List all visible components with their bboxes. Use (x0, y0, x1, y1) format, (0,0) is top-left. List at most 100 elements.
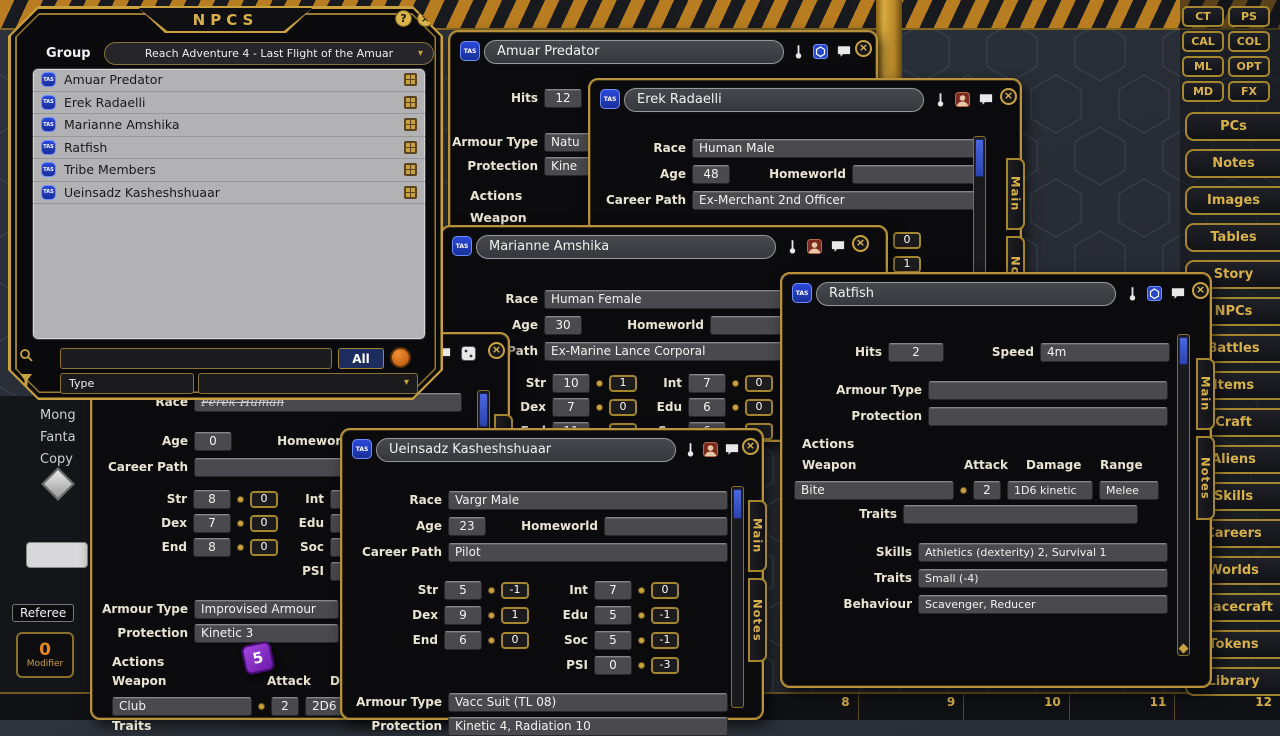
npc-name-field[interactable]: Ueinsadz Kasheshshuaar (376, 438, 676, 462)
psi-value[interactable]: 0 (594, 656, 632, 675)
behaviour-field[interactable]: Scavenger, Reducer (918, 595, 1168, 614)
int-mod[interactable]: 0 (651, 582, 679, 599)
protection-field[interactable]: Kinetic 4, Radiation 10 (448, 717, 728, 736)
int-mod[interactable]: 0 (893, 232, 921, 249)
token-link-icon[interactable] (404, 96, 417, 109)
armour-type-field[interactable]: Improvised Armour (194, 600, 339, 619)
npc-list-item[interactable]: TASRatfish (33, 137, 425, 160)
hotbar-slot[interactable]: 12 (1174, 694, 1280, 720)
hits-field[interactable]: 12 (544, 89, 582, 108)
edu-value[interactable]: 6 (688, 398, 726, 417)
tab-notes[interactable]: Notes (1196, 436, 1215, 520)
npc-list-item[interactable]: TASMarianne Amshika (33, 114, 425, 137)
options-button[interactable]: OPT (1228, 56, 1270, 77)
color-button[interactable]: COL (1228, 31, 1270, 52)
str-mod[interactable]: 1 (609, 375, 637, 392)
npc-list-item[interactable]: TASUeinsadz Kasheshshuaar (33, 182, 425, 205)
token-link-icon[interactable] (404, 186, 417, 199)
dex-mod[interactable]: 0 (250, 515, 278, 532)
close-icon[interactable]: × (1192, 282, 1209, 299)
tab-main[interactable]: Main (1006, 158, 1025, 230)
token-link-icon[interactable] (404, 163, 417, 176)
hotbar-slot[interactable]: 8 (752, 694, 858, 720)
dex-mod[interactable]: 0 (609, 399, 637, 416)
soc-mod[interactable]: -1 (651, 632, 679, 649)
portrait-icon[interactable] (806, 238, 822, 254)
close-icon[interactable]: × (488, 342, 505, 359)
roll-dot-icon[interactable] (488, 637, 495, 644)
close-icon[interactable]: × (1000, 88, 1017, 105)
roll-dot-icon[interactable] (237, 520, 244, 527)
npcs-panel[interactable]: NPCS ? × Group Reach Adventure 4 - Last … (8, 6, 443, 400)
npc-name-field[interactable]: Erek Radaelli (624, 88, 924, 112)
roll-dot-icon[interactable] (638, 587, 645, 594)
protection-field[interactable] (928, 407, 1168, 426)
help-icon[interactable]: ? (395, 10, 412, 27)
sidebar-tab-pcs[interactable]: PCs (1185, 112, 1280, 141)
edu-mod[interactable]: 0 (745, 399, 773, 416)
action-traits-field[interactable] (903, 505, 1138, 524)
token-icon[interactable] (812, 43, 828, 59)
end-mod[interactable]: 0 (250, 539, 278, 556)
npc-list-item[interactable]: TASErek Radaelli (33, 92, 425, 115)
roll-dot-icon[interactable] (488, 612, 495, 619)
homeworld-field[interactable] (852, 165, 978, 184)
npc-name-field[interactable]: Ratfish (816, 282, 1116, 306)
hits-field[interactable]: 2 (888, 343, 944, 362)
npc-name-field[interactable]: Marianne Amshika (476, 235, 776, 259)
scrollbar-thumb[interactable] (975, 139, 984, 177)
thermometer-icon[interactable] (932, 91, 948, 107)
end-value[interactable]: 6 (444, 631, 482, 650)
roll-dot-icon[interactable] (638, 662, 645, 669)
roll-dot-icon[interactable] (488, 587, 495, 594)
career-path-field[interactable]: Ex-Merchant 2nd Officer (692, 191, 980, 210)
age-field[interactable]: 30 (544, 316, 582, 335)
sidebar-tab-tables[interactable]: Tables (1185, 223, 1280, 252)
npc-sheet-ratfish[interactable]: TAS Ratfish × Hits2 Speed4m Armour Type … (780, 272, 1212, 688)
hotbar-slot[interactable]: 9 (858, 694, 964, 720)
weapon-attack-field[interactable]: 2 (973, 481, 1001, 500)
edu-value[interactable]: 5 (594, 606, 632, 625)
npc-name-field[interactable]: Amuar Predator (484, 40, 784, 64)
all-filter-button[interactable]: All (338, 348, 384, 369)
sidebar-tab-notes[interactable]: Notes (1185, 149, 1280, 178)
npc-list-item[interactable]: TASTribe Members (33, 159, 425, 182)
roll-dot-icon[interactable] (638, 612, 645, 619)
traits-field[interactable]: Small (-4) (918, 569, 1168, 588)
armour-type-field[interactable] (928, 381, 1168, 400)
group-dropdown[interactable]: Reach Adventure 4 - Last Flight of the A… (104, 42, 434, 65)
weapon-attack-field[interactable]: 2 (271, 697, 299, 716)
homeworld-field[interactable] (604, 517, 728, 536)
armour-type-field[interactable]: Vacc Suit (TL 08) (448, 693, 728, 712)
dex-value[interactable]: 7 (552, 398, 590, 417)
npc-sheet-ueinsadz[interactable]: TAS Ueinsadz Kasheshshuaar × RaceVargr M… (340, 428, 764, 720)
scrollbar[interactable] (973, 136, 986, 281)
modifier-box[interactable]: 0 Modifier (16, 632, 74, 678)
chat-icon[interactable] (1170, 285, 1186, 301)
soc-value[interactable]: 5 (594, 631, 632, 650)
scrollbar-thumb[interactable] (479, 393, 488, 427)
close-icon[interactable]: × (855, 40, 872, 57)
int-mod[interactable]: 0 (745, 375, 773, 392)
hotbar-slot[interactable]: 11 (1069, 694, 1175, 720)
thermometer-icon[interactable] (784, 238, 800, 254)
end-mod[interactable]: 0 (501, 632, 529, 649)
race-field[interactable]: Human Male (692, 139, 980, 158)
type-filter-dropdown[interactable]: Type (60, 373, 194, 394)
dex-value[interactable]: 7 (193, 514, 231, 533)
scrollbar[interactable] (1177, 334, 1190, 656)
portrait-icon[interactable] (702, 441, 718, 457)
tab-main[interactable]: Main (1196, 358, 1215, 430)
weapon-range-field[interactable]: Melee (1099, 481, 1159, 500)
token-link-icon[interactable] (404, 118, 417, 131)
thermometer-icon[interactable] (790, 43, 806, 59)
roll-dot-icon[interactable] (596, 380, 603, 387)
modifiers-button[interactable]: MD (1182, 81, 1224, 102)
token-link-icon[interactable] (404, 141, 417, 154)
roll-dot-icon[interactable] (638, 637, 645, 644)
age-field[interactable]: 23 (448, 517, 486, 536)
roll-dot-icon[interactable] (237, 544, 244, 551)
race-field[interactable]: Vargr Male (448, 491, 728, 510)
dex-value[interactable]: 9 (444, 606, 482, 625)
roll-dot-icon[interactable] (960, 487, 967, 494)
